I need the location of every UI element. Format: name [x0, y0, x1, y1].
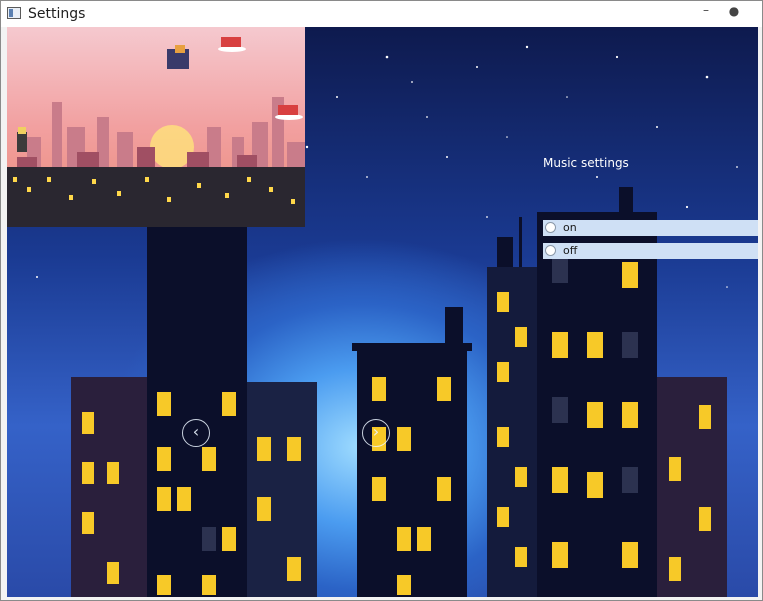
- radio-button-icon[interactable]: [545, 222, 556, 233]
- next-button[interactable]: ›: [362, 419, 390, 447]
- minimize-button[interactable]: –: [697, 3, 715, 21]
- close-button[interactable]: ●: [725, 3, 743, 21]
- settings-window: Settings – ● ‹ › Music settings on off: [0, 0, 763, 601]
- previous-button[interactable]: ‹: [182, 419, 210, 447]
- middle-building: [247, 307, 472, 597]
- music-off-radio[interactable]: off: [543, 243, 758, 259]
- city-night-background: ‹ › Music settings on off: [7, 27, 758, 597]
- player-character-icon: [17, 127, 27, 152]
- app-window-icon: [7, 7, 21, 19]
- music-on-radio[interactable]: on: [543, 220, 758, 236]
- window-title: Settings: [28, 6, 86, 22]
- music-settings-label: Music settings: [543, 156, 629, 170]
- radio-label-on: on: [563, 221, 577, 234]
- radio-label-off: off: [563, 244, 578, 257]
- radio-button-icon[interactable]: [545, 245, 556, 256]
- title-bar[interactable]: Settings – ●: [1, 1, 762, 27]
- game-preview-image: [7, 27, 305, 227]
